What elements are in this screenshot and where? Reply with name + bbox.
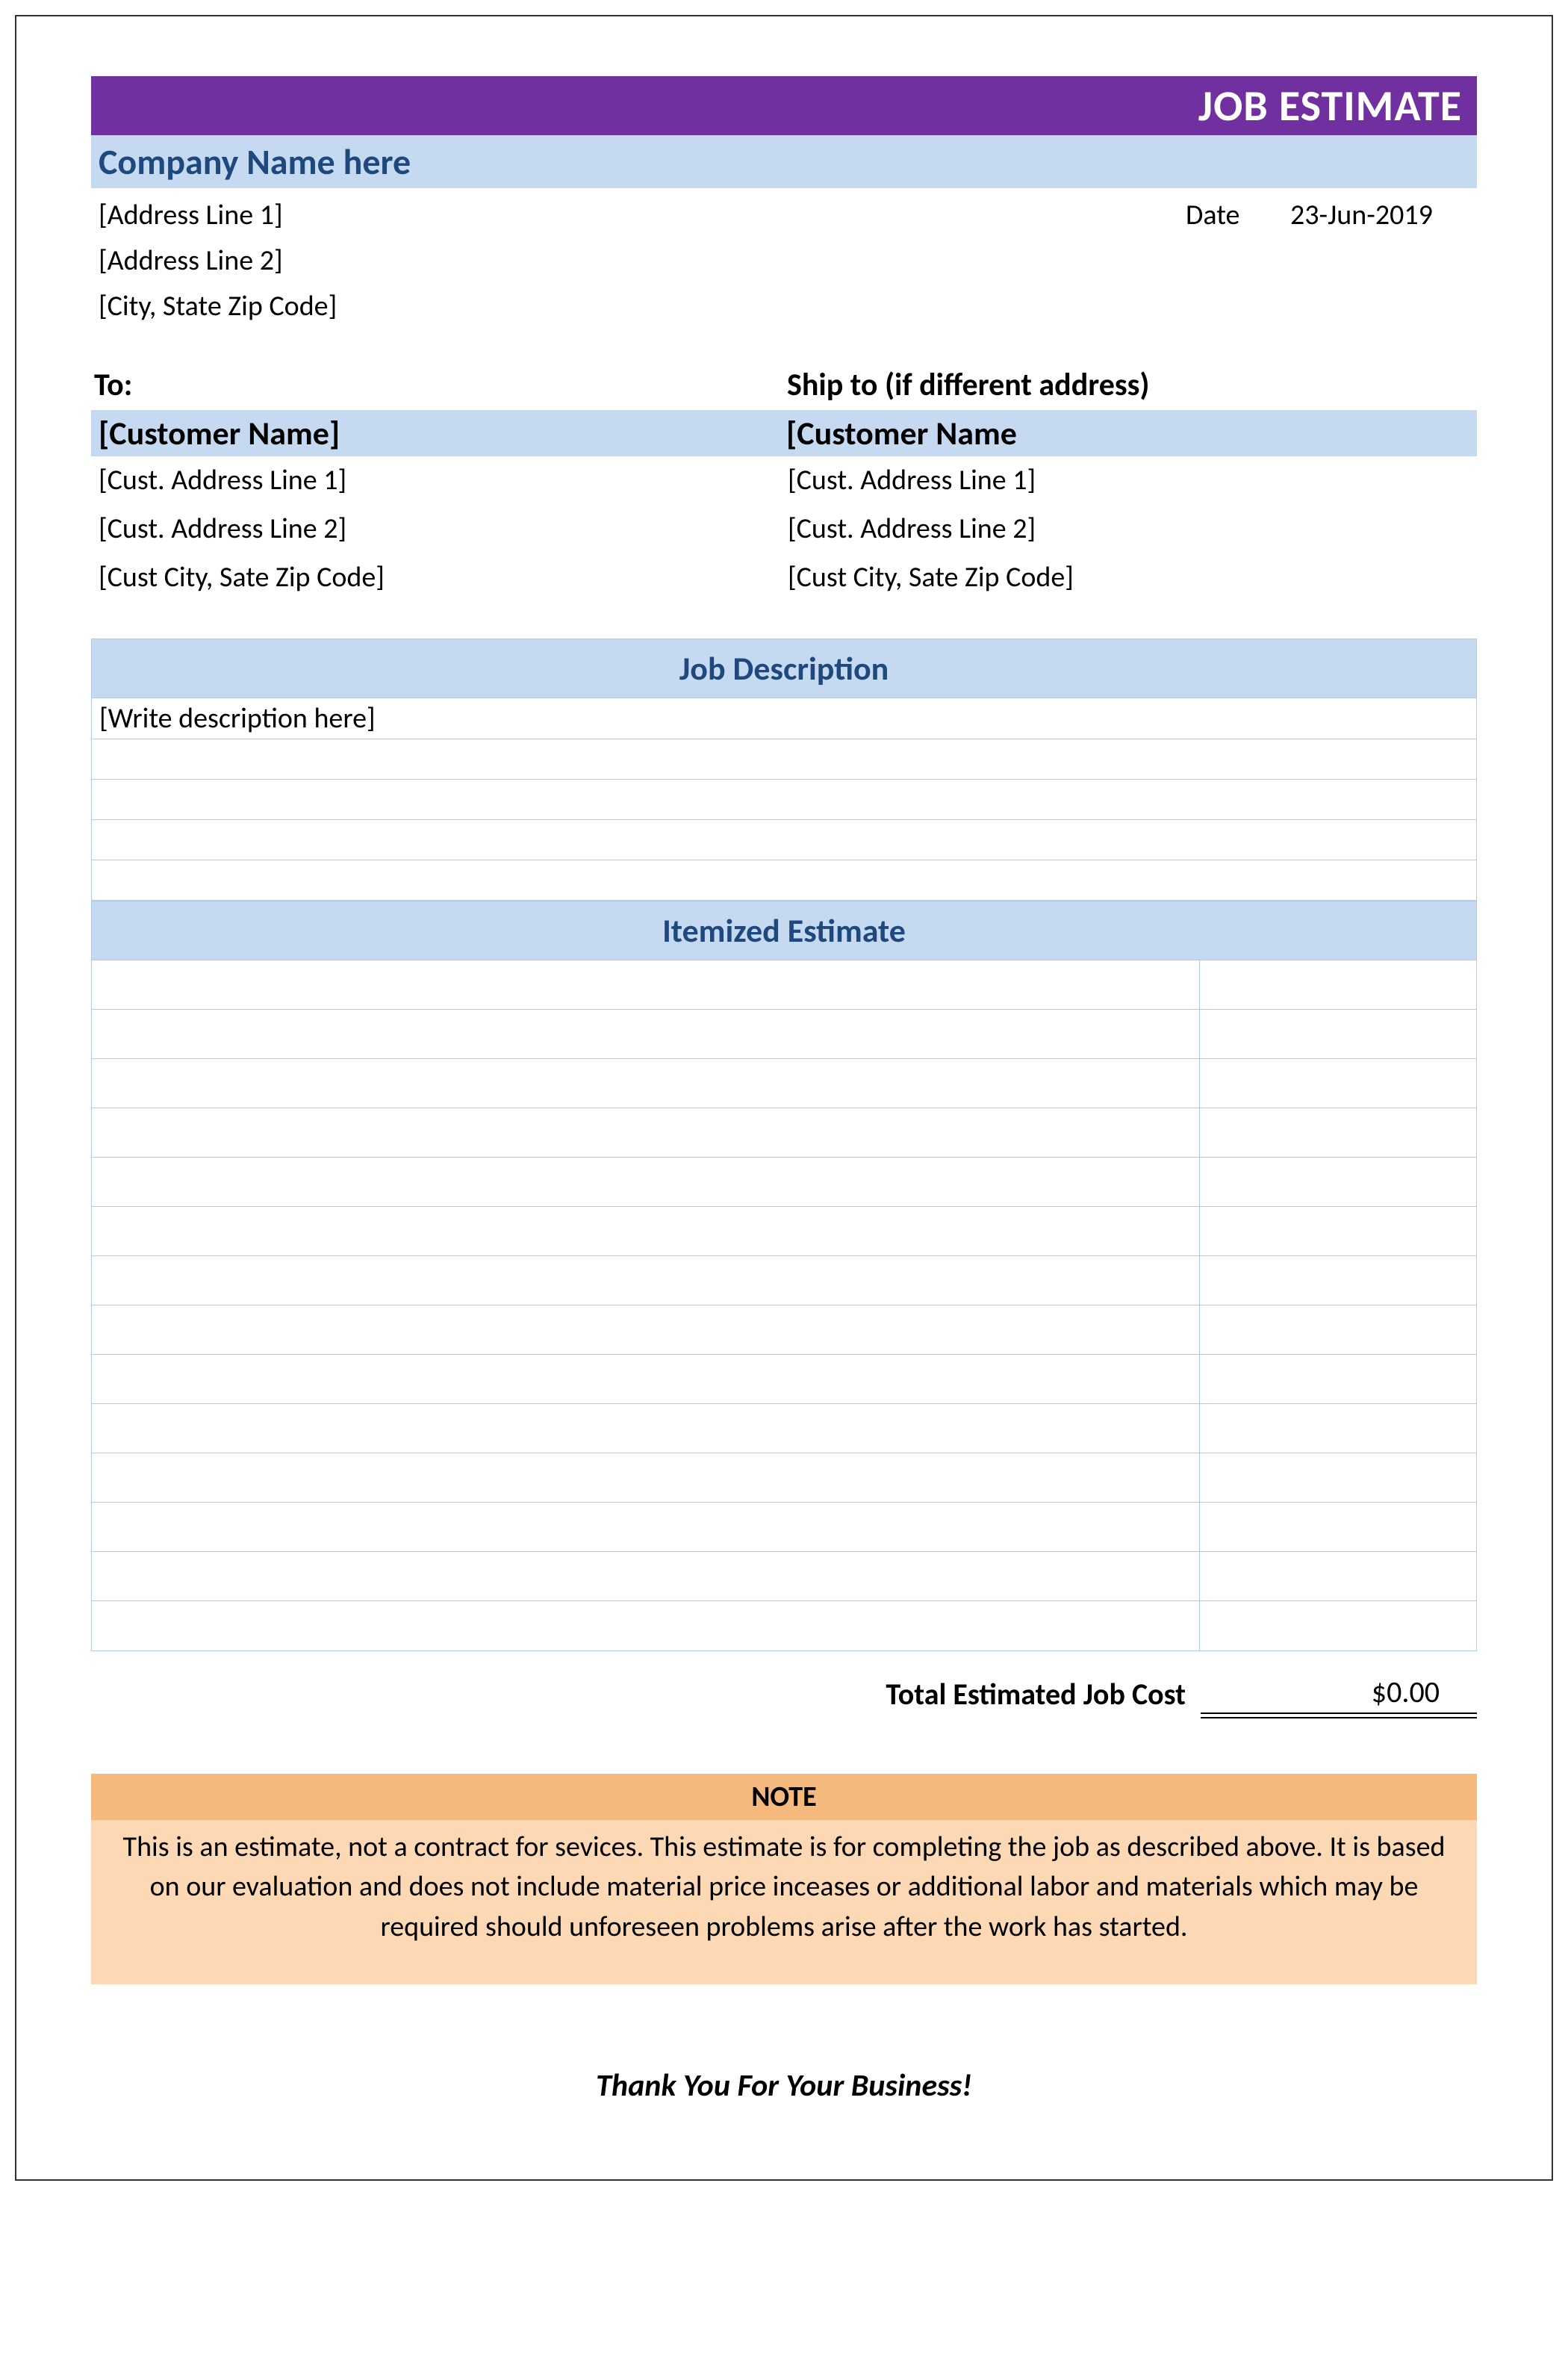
itemized-row[interactable] (92, 1158, 1476, 1207)
to-heading: To: (91, 366, 784, 410)
itemized-row[interactable] (92, 1108, 1476, 1158)
itemized-row[interactable] (92, 1207, 1476, 1256)
shipto-addr2: [Cust. Address Line 2] (788, 505, 1477, 553)
job-estimate-page: JOB ESTIMATE Company Name here [Address … (15, 15, 1553, 2181)
date-label: Date (1186, 193, 1260, 238)
note-header: NOTE (91, 1774, 1477, 1820)
itemized-row[interactable] (92, 1305, 1476, 1355)
shipto-heading: Ship to (if different address) (784, 366, 1477, 410)
thank-you-footer: Thank You For Your Business! (91, 2066, 1477, 2105)
date-block: Date 23-Jun-2019 (1186, 193, 1477, 238)
to-customer-name: [Customer Name] (99, 413, 786, 453)
job-description-row[interactable] (91, 820, 1477, 860)
recipient-headings: To: Ship to (if different address) (91, 366, 1477, 410)
company-name-bar: Company Name here (91, 135, 1477, 188)
job-description-row[interactable] (91, 860, 1477, 901)
to-addr2: [Cust. Address Line 2] (99, 505, 788, 553)
itemized-table (91, 960, 1477, 1651)
customer-addr-row-3: [Cust City, Sate Zip Code] [Cust City, S… (91, 553, 1477, 602)
date-value: 23-Jun-2019 (1290, 193, 1462, 238)
company-addr2: [Address Line 2] (99, 238, 1477, 284)
itemized-row[interactable] (92, 1552, 1476, 1601)
to-city: [Cust City, Sate Zip Code] (99, 553, 788, 602)
job-description-header: Job Description (91, 639, 1477, 698)
shipto-addr1: [Cust. Address Line 1] (788, 456, 1477, 505)
note-body: This is an estimate, not a contract for … (91, 1820, 1477, 1984)
itemized-row[interactable] (92, 1256, 1476, 1305)
customer-addr-row-1: [Cust. Address Line 1] [Cust. Address Li… (91, 456, 1477, 505)
title-bar: JOB ESTIMATE (91, 76, 1477, 135)
to-addr1: [Cust. Address Line 1] (99, 456, 788, 505)
itemized-row[interactable] (92, 1010, 1476, 1059)
itemized-row[interactable] (92, 1503, 1476, 1552)
customer-name-bar: [Customer Name] [Customer Name (91, 410, 1477, 456)
total-row: Total Estimated Job Cost $0.00 (91, 1674, 1477, 1714)
itemized-row[interactable] (92, 960, 1476, 1010)
itemized-header: Itemized Estimate (91, 901, 1477, 960)
total-label: Total Estimated Job Cost (91, 1676, 1201, 1712)
job-description-input[interactable]: [Write description here] (91, 698, 1477, 739)
total-value: $0.00 (1201, 1674, 1477, 1714)
itemized-row[interactable] (92, 1355, 1476, 1404)
company-city: [City, State Zip Code] (99, 284, 1477, 329)
shipto-customer-name: [Customer Name (786, 413, 1474, 453)
company-address-row-3: [City, State Zip Code] (91, 284, 1477, 329)
job-description-row[interactable] (91, 780, 1477, 820)
customer-addr-row-2: [Cust. Address Line 2] [Cust. Address Li… (91, 505, 1477, 553)
shipto-city: [Cust City, Sate Zip Code] (788, 553, 1477, 602)
job-description-row[interactable] (91, 739, 1477, 780)
itemized-row[interactable] (92, 1453, 1476, 1503)
company-address-row-1: [Address Line 1] Date 23-Jun-2019 (91, 193, 1477, 238)
itemized-row[interactable] (92, 1059, 1476, 1108)
company-addr1: [Address Line 1] (99, 193, 1186, 238)
company-address-row-2: [Address Line 2] (91, 238, 1477, 284)
itemized-row[interactable] (92, 1404, 1476, 1453)
itemized-row[interactable] (92, 1601, 1476, 1651)
